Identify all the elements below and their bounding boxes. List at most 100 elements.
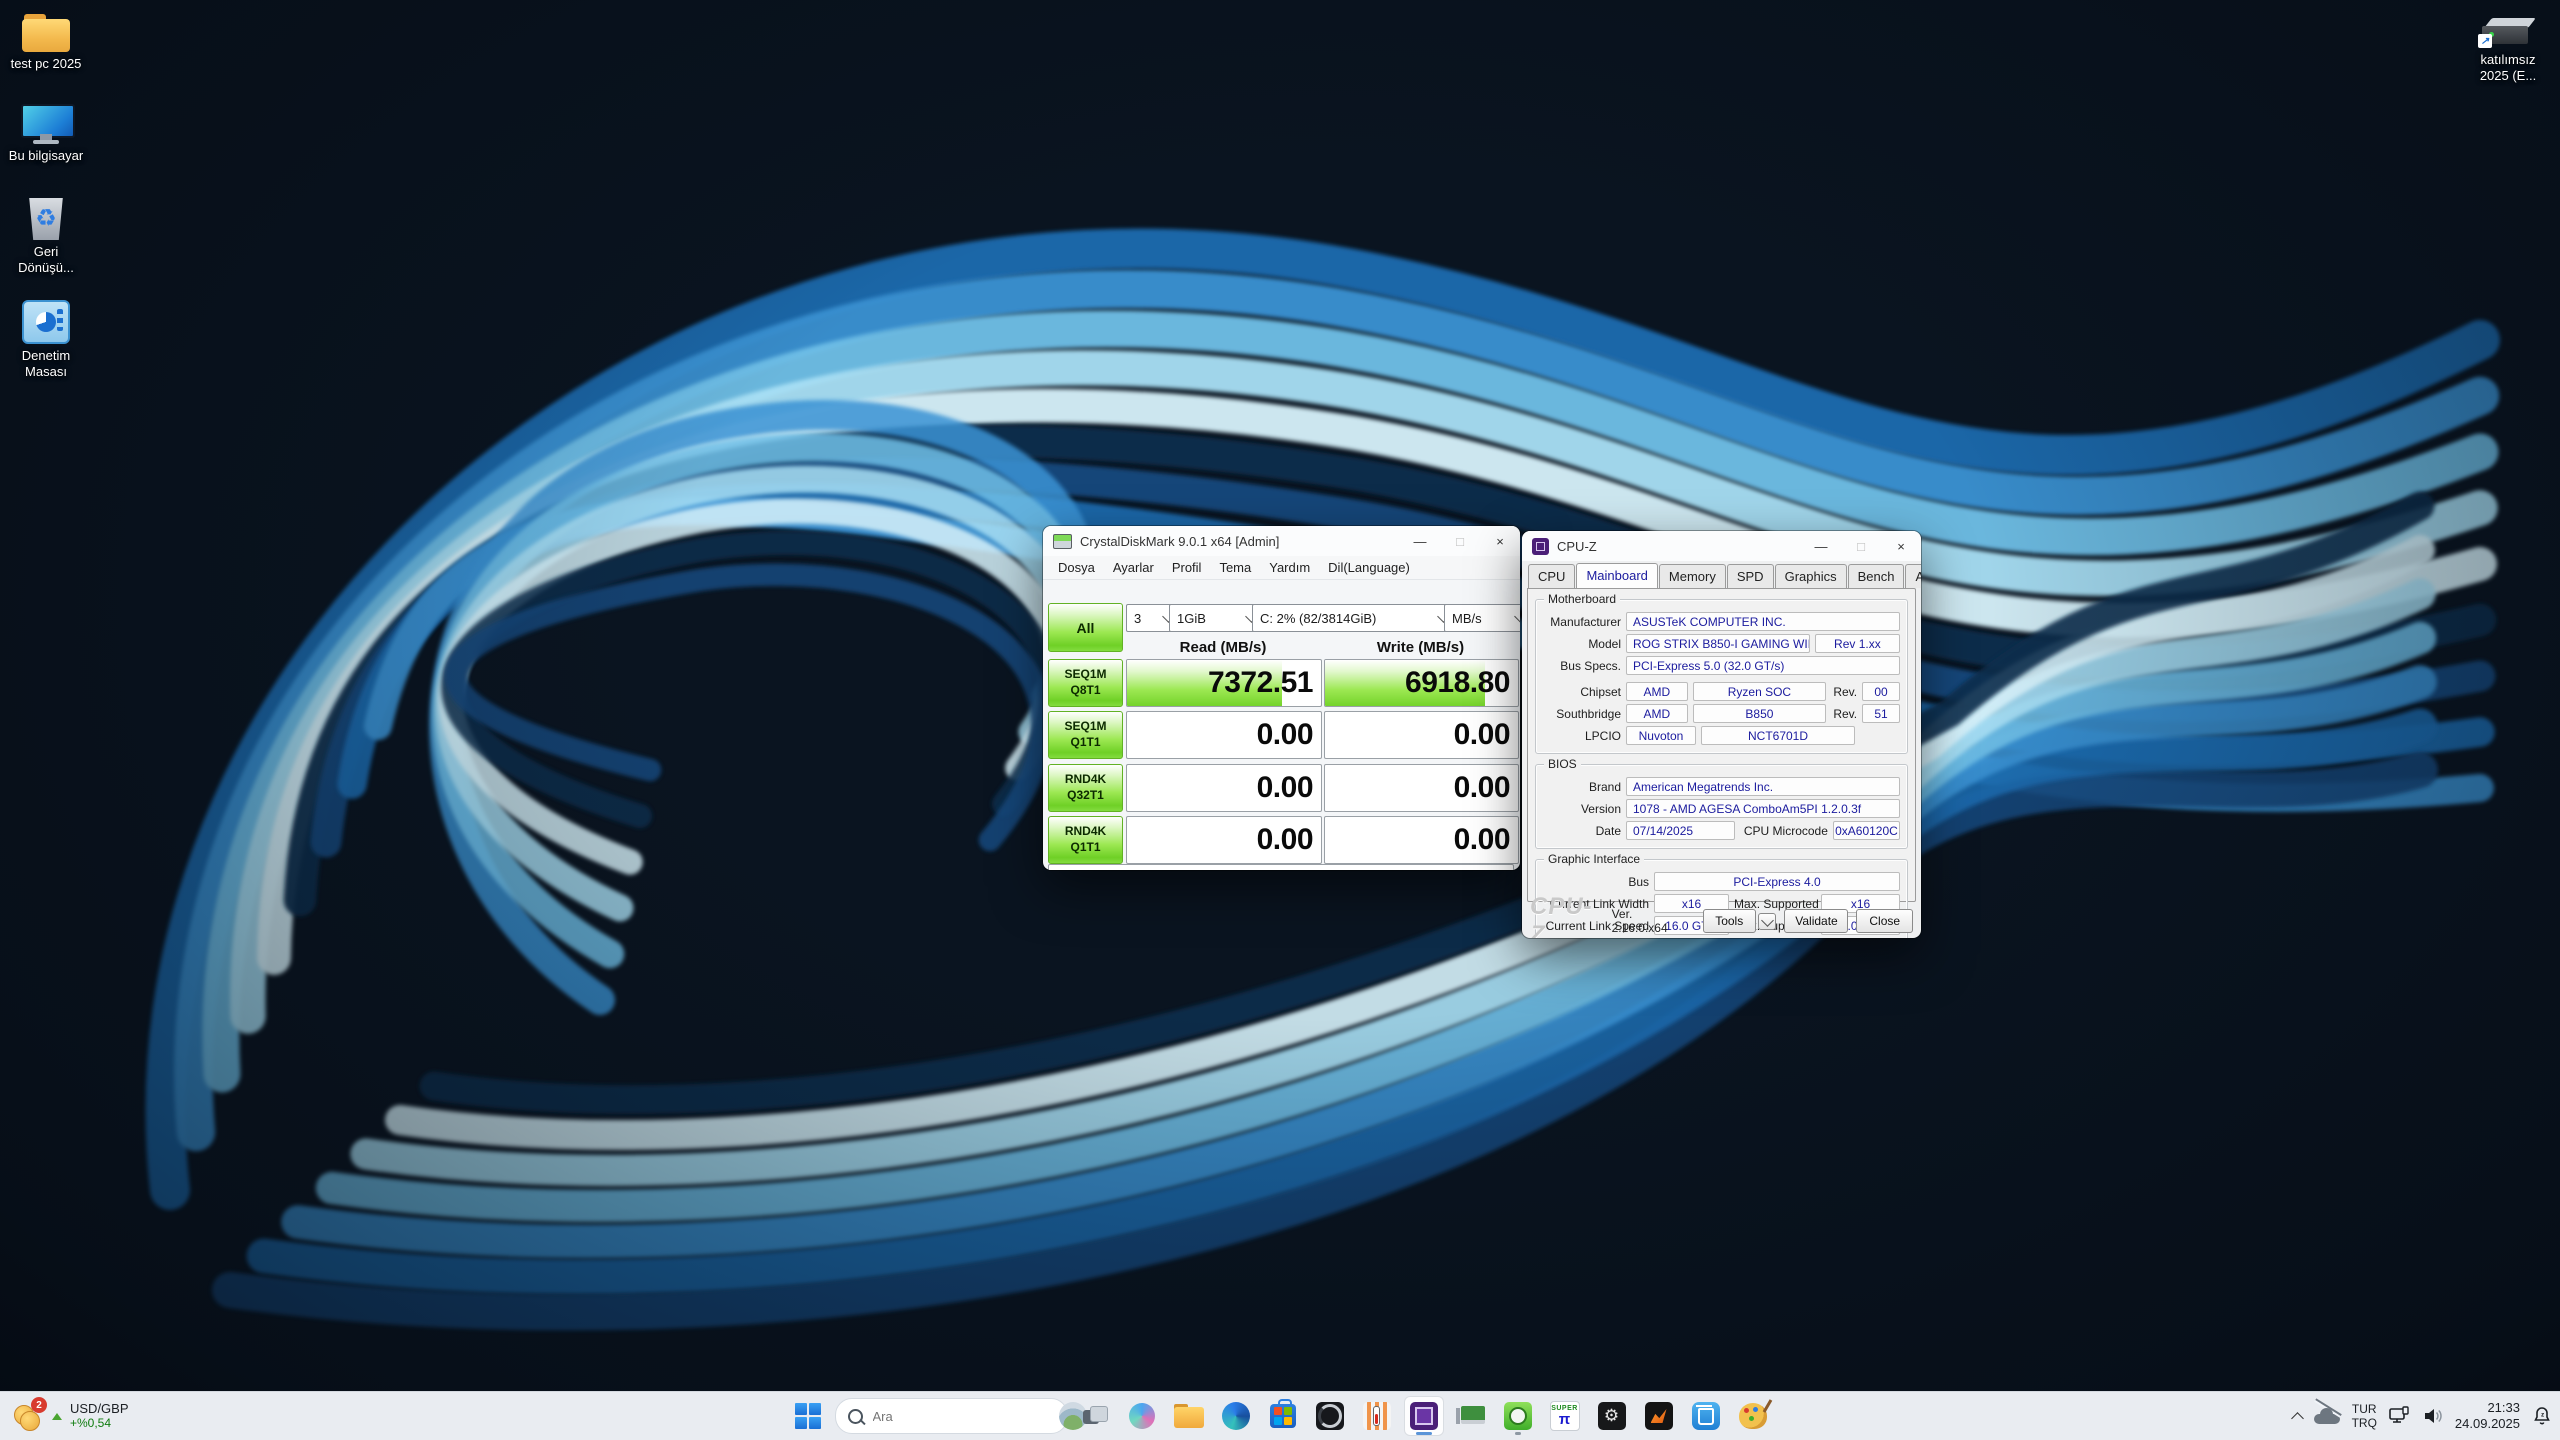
task-view-button[interactable] bbox=[1075, 1396, 1115, 1436]
tab-memory[interactable]: Memory bbox=[1659, 564, 1726, 588]
notification-badge: 2 bbox=[31, 1397, 47, 1413]
close-button[interactable]: × bbox=[1881, 531, 1921, 561]
paint-button[interactable] bbox=[1733, 1396, 1773, 1436]
minimize-button[interactable]: — bbox=[1400, 526, 1440, 556]
desktop-icon-label: test pc 2025 bbox=[11, 56, 82, 72]
volume-icon[interactable] bbox=[2423, 1407, 2443, 1425]
unit-select[interactable]: MB/s bbox=[1444, 604, 1520, 632]
menu-item-profil[interactable]: Profil bbox=[1163, 558, 1211, 577]
copilot-icon bbox=[1129, 1403, 1155, 1429]
unit-value: MB/s bbox=[1452, 611, 1482, 626]
write-column-header: Write (MB/s) bbox=[1324, 636, 1517, 658]
close-button[interactable]: × bbox=[1480, 526, 1520, 556]
desktop-icon-recycle-bin[interactable]: ♻ Geri Dönüşü... bbox=[0, 198, 92, 276]
maximize-button: □ bbox=[1440, 526, 1480, 556]
desktop-icon-test-pc-2025[interactable]: test pc 2025 bbox=[0, 14, 92, 72]
widgets-button[interactable]: 2 USD/GBP +%0,54 bbox=[6, 1396, 137, 1436]
cpuz-taskbar-button[interactable] bbox=[1404, 1396, 1444, 1436]
bios-brand-value: American Megatrends Inc. bbox=[1626, 777, 1900, 796]
occt-icon: ⚙ bbox=[1598, 1402, 1626, 1430]
cpuz-footer: CPU-Z Ver. 2.16.0.x64 Tools Validate Clo… bbox=[1522, 904, 1921, 938]
menu-item-dil[interactable]: Dil(Language) bbox=[1319, 558, 1419, 577]
start-button[interactable] bbox=[788, 1396, 828, 1436]
bios-group: BIOS Brand American Megatrends Inc. Vers… bbox=[1535, 764, 1908, 849]
write-value: 6918.80 bbox=[1325, 660, 1518, 706]
tab-graphics[interactable]: Graphics bbox=[1775, 564, 1847, 588]
occt-button[interactable]: ⚙ bbox=[1592, 1396, 1632, 1436]
validate-button[interactable]: Validate bbox=[1784, 909, 1848, 933]
superpi-button[interactable]: SUPERπ bbox=[1545, 1396, 1585, 1436]
store-icon bbox=[1270, 1404, 1296, 1428]
rnd4k-q32t1-button[interactable]: RND4KQ32T1 bbox=[1048, 764, 1123, 812]
close-button-footer[interactable]: Close bbox=[1856, 909, 1913, 933]
tools-button[interactable]: Tools bbox=[1703, 909, 1756, 933]
seq1m-q1t1-button[interactable]: SEQ1MQ1T1 bbox=[1048, 711, 1123, 759]
test-size-select[interactable]: 1GiB bbox=[1169, 604, 1262, 632]
crystaldiskmark-icon bbox=[1504, 1402, 1532, 1430]
tab-bench[interactable]: Bench bbox=[1848, 564, 1905, 588]
rnd4k-q1t1-button[interactable]: RND4KQ1T1 bbox=[1048, 816, 1123, 864]
search-icon bbox=[848, 1409, 863, 1424]
seq1m-q8t1-write-cell: 6918.80 bbox=[1324, 659, 1519, 707]
trend-up-icon bbox=[52, 1413, 62, 1420]
3dmark-icon bbox=[1645, 1402, 1673, 1430]
clock[interactable]: 21:33 24.09.2025 bbox=[2455, 1400, 2520, 1433]
menu-item-yardim[interactable]: Yardım bbox=[1260, 558, 1319, 577]
tab-mainboard[interactable]: Mainboard bbox=[1576, 563, 1657, 589]
edge-button[interactable] bbox=[1216, 1396, 1256, 1436]
southbridge-rev: 51 bbox=[1862, 704, 1900, 723]
seq1m-q1t1-read-cell: 0.00 bbox=[1126, 711, 1322, 759]
3dmark-button[interactable] bbox=[1639, 1396, 1679, 1436]
tab-spd[interactable]: SPD bbox=[1727, 564, 1774, 588]
write-value: 0.00 bbox=[1325, 712, 1518, 758]
desktop-icon-control-panel[interactable]: Denetim Masası bbox=[0, 300, 92, 380]
coretemp-button[interactable] bbox=[1357, 1396, 1397, 1436]
this-pc-icon bbox=[21, 104, 71, 144]
language-indicator[interactable]: TUR TRQ bbox=[2352, 1402, 2377, 1431]
maximize-button: □ bbox=[1841, 531, 1881, 561]
file-explorer-button[interactable] bbox=[1169, 1396, 1209, 1436]
menu-item-tema[interactable]: Tema bbox=[1210, 558, 1260, 577]
cdm-window-title: CrystalDiskMark 9.0.1 x64 [Admin] bbox=[1080, 534, 1400, 549]
cdm-title-bar[interactable]: CrystalDiskMark 9.0.1 x64 [Admin] — □ × bbox=[1043, 526, 1520, 556]
bus-specs-label: Bus Specs. bbox=[1543, 659, 1621, 673]
southbridge-model: B850 bbox=[1693, 704, 1826, 723]
mainboard-tab-page: Motherboard Manufacturer ASUSTeK COMPUTE… bbox=[1527, 588, 1916, 902]
target-drive-value: C: 2% (82/3814GiB) bbox=[1260, 611, 1376, 626]
desktop-icon-drive-shortcut[interactable]: ↗ katılımsız 2025 (E... bbox=[2462, 12, 2554, 84]
onedrive-icon[interactable] bbox=[2314, 1408, 2340, 1424]
network-icon[interactable] bbox=[2389, 1406, 2411, 1426]
menu-item-dosya[interactable]: Dosya bbox=[1049, 558, 1104, 577]
wise-cleaner-button[interactable] bbox=[1686, 1396, 1726, 1436]
minimize-button[interactable]: — bbox=[1801, 531, 1841, 561]
gpuz-button[interactable] bbox=[1451, 1396, 1491, 1436]
store-button[interactable] bbox=[1263, 1396, 1303, 1436]
read-value: 7372.51 bbox=[1127, 660, 1321, 706]
notification-bell-icon[interactable]: z bbox=[2532, 1406, 2552, 1426]
tray-time: 21:33 bbox=[2487, 1400, 2520, 1416]
tools-dropdown-button[interactable] bbox=[1758, 913, 1777, 930]
chipset-label: Chipset bbox=[1543, 685, 1621, 699]
target-drive-select[interactable]: C: 2% (82/3814GiB) bbox=[1252, 604, 1454, 632]
copilot-button[interactable] bbox=[1122, 1396, 1162, 1436]
crystaldiskmark-taskbar-button[interactable] bbox=[1498, 1396, 1538, 1436]
search-input[interactable] bbox=[871, 1408, 1051, 1425]
menu-item-ayarlar[interactable]: Ayarlar bbox=[1104, 558, 1163, 577]
tab-cpu[interactable]: CPU bbox=[1528, 564, 1575, 588]
desktop-icon-label: katılımsız 2025 (E... bbox=[2480, 52, 2536, 84]
paint-icon bbox=[1739, 1403, 1767, 1429]
run-all-button[interactable]: All bbox=[1048, 603, 1123, 652]
taskbar: 2 USD/GBP +%0,54 SUPERπ ⚙ bbox=[0, 1391, 2560, 1440]
crystaldiskmark-window: CrystalDiskMark 9.0.1 x64 [Admin] — □ × … bbox=[1043, 526, 1520, 870]
cpuz-app-icon bbox=[1532, 538, 1549, 555]
tab-about[interactable]: About bbox=[1905, 564, 1921, 588]
bios-date-label: Date bbox=[1543, 824, 1621, 838]
seq1m-q8t1-button[interactable]: SEQ1MQ8T1 bbox=[1048, 659, 1123, 707]
cinebench-button[interactable] bbox=[1310, 1396, 1350, 1436]
search-box[interactable] bbox=[835, 1398, 1068, 1434]
cpuz-title-bar[interactable]: CPU-Z — □ × bbox=[1522, 531, 1921, 561]
hidden-icons-chevron-icon[interactable] bbox=[2291, 1412, 2304, 1425]
desktop-icon-this-pc[interactable]: Bu bilgisayar bbox=[0, 104, 92, 164]
comment-field[interactable] bbox=[1048, 864, 1514, 870]
test-size-value: 1GiB bbox=[1177, 611, 1206, 626]
